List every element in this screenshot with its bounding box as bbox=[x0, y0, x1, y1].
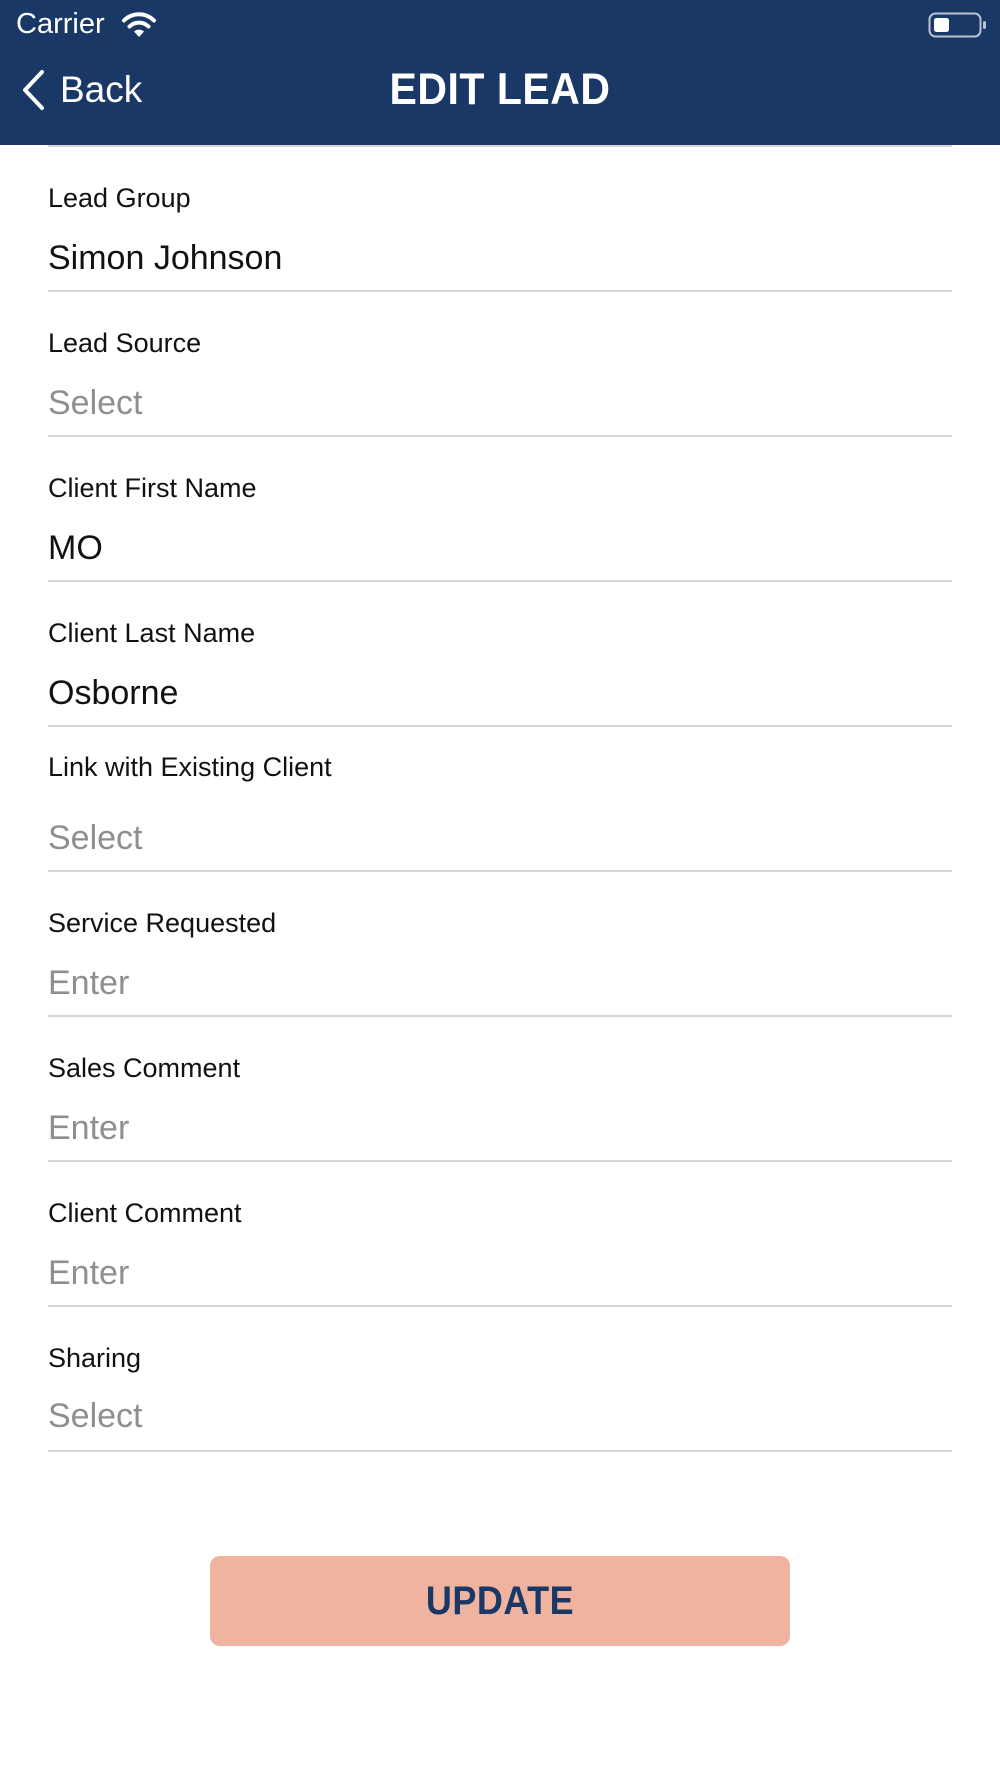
field-lead-group[interactable]: Lead Group Simon Johnson bbox=[48, 147, 952, 292]
field-service-requested[interactable]: Service Requested Enter bbox=[48, 872, 952, 1017]
field-label: Sharing bbox=[48, 1343, 142, 1373]
client-last-name-input[interactable]: Osborne bbox=[48, 674, 178, 713]
field-sharing[interactable]: Sharing Select bbox=[48, 1307, 952, 1452]
field-label: Link with Existing Client bbox=[48, 752, 332, 782]
service-requested-input[interactable]: Enter bbox=[48, 964, 129, 1003]
field-link-existing-client[interactable]: Link with Existing Client Select bbox=[48, 727, 952, 872]
sales-comment-input[interactable]: Enter bbox=[48, 1109, 129, 1148]
field-label: Service Requested bbox=[48, 908, 277, 938]
field-label: Sales Comment bbox=[48, 1053, 241, 1083]
field-label: Client First Name bbox=[48, 473, 257, 503]
update-button[interactable]: UPDATE bbox=[210, 1556, 790, 1646]
nav-header: Carrier Back EDIT LEAD bbox=[0, 0, 1000, 145]
field-client-last-name[interactable]: Client Last Name Osborne bbox=[48, 582, 952, 727]
client-first-name-input[interactable]: MO bbox=[48, 529, 103, 568]
field-sales-comment[interactable]: Sales Comment Enter bbox=[48, 1017, 952, 1162]
lead-source-select[interactable]: Select bbox=[48, 384, 143, 423]
battery-icon bbox=[928, 12, 986, 38]
field-label: Client Last Name bbox=[48, 618, 256, 648]
field-label: Lead Group bbox=[48, 183, 191, 213]
link-existing-client-select[interactable]: Select bbox=[48, 819, 143, 858]
wifi-icon bbox=[122, 12, 156, 37]
field-client-comment[interactable]: Client Comment Enter bbox=[48, 1162, 952, 1307]
page-title: EDIT LEAD bbox=[389, 64, 611, 114]
field-label: Lead Source bbox=[48, 328, 202, 358]
lead-group-value[interactable]: Simon Johnson bbox=[48, 239, 282, 278]
field-lead-source[interactable]: Lead Source Select bbox=[48, 292, 952, 437]
field-label: Client Comment bbox=[48, 1198, 242, 1228]
field-client-first-name[interactable]: Client First Name MO bbox=[48, 437, 952, 582]
client-comment-input[interactable]: Enter bbox=[48, 1254, 129, 1293]
update-label: UPDATE bbox=[425, 1577, 575, 1623]
carrier-label: Carrier bbox=[16, 8, 105, 40]
sharing-select[interactable]: Select bbox=[48, 1397, 143, 1436]
